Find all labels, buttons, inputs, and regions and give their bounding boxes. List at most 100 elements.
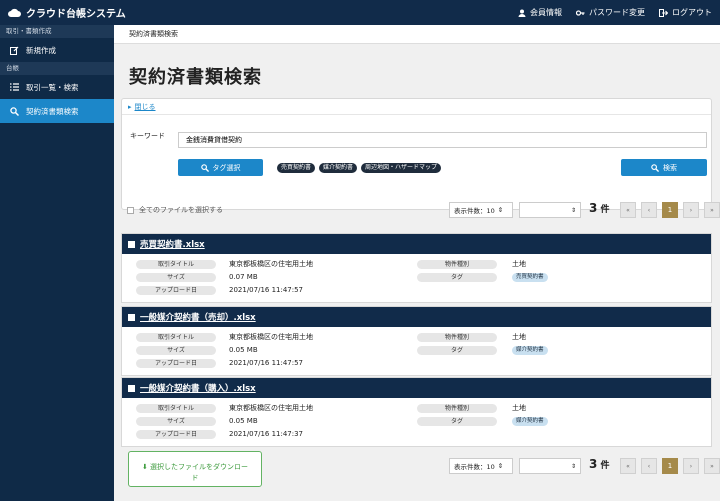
- upload-date-value: 2021/07/16 11:47:57: [229, 286, 304, 294]
- file-header: 売買契約書.xlsx: [122, 234, 711, 254]
- search-icon: [200, 163, 209, 172]
- file-name-link[interactable]: 一般媒介契約書（購入）.xlsx: [140, 382, 256, 394]
- tag-badge: 媒介契約書: [512, 417, 548, 426]
- upload-date-value: 2021/07/16 11:47:57: [229, 359, 304, 367]
- tag-select-button[interactable]: タグ選択: [178, 159, 263, 176]
- per-page-select[interactable]: 表示件数：10 ⇕: [449, 202, 513, 218]
- member-info-link[interactable]: 会員情報: [518, 7, 562, 18]
- label-tag: タグ: [417, 273, 497, 282]
- file-card: 一般媒介契約書（購入）.xlsx 取引タイトル 東京都板橋区の住宅用土地 物件種別 土…: [121, 377, 712, 447]
- cloud-icon: [8, 8, 21, 17]
- updown-icon: ⇕: [570, 206, 576, 214]
- search-icon: [10, 106, 19, 116]
- file-checkbox[interactable]: [128, 384, 135, 392]
- size-value: 0.05 MB: [229, 346, 258, 354]
- brand[interactable]: クラウド台帳システム: [0, 5, 200, 20]
- prev-page-button[interactable]: ‹: [641, 458, 657, 474]
- sidebar-item-label: 契約済書類検索: [26, 106, 79, 116]
- next-page-button[interactable]: ›: [683, 202, 699, 218]
- result-count: 3 件: [589, 201, 610, 215]
- select-all[interactable]: 全てのファイルを選択する: [127, 205, 223, 215]
- title-value: 東京都板橋区の住宅用土地: [229, 333, 313, 341]
- pager-top: 全てのファイルを選択する 表示件数：10 ⇕ ⇕ 3 件 « ‹ 1 › »: [121, 200, 720, 220]
- file-header: 一般媒介契約書（購入）.xlsx: [122, 378, 711, 398]
- label-size: サイズ: [136, 417, 216, 426]
- tag-chip[interactable]: 周辺地図・ハザードマップ: [361, 163, 442, 173]
- sidebar: 取引・書類作成 新規作成 台帳 取引一覧・検索 契約済書類検索: [0, 25, 114, 501]
- tag-chip[interactable]: 売買契約書: [277, 163, 316, 173]
- upload-date-value: 2021/07/16 11:47:37: [229, 430, 304, 438]
- app-title: クラウド台帳システム: [26, 9, 126, 20]
- password-change-link[interactable]: パスワード変更: [576, 7, 645, 18]
- file-name-link[interactable]: 売買契約書.xlsx: [140, 238, 205, 250]
- main-content: 契約済書類検索 契約済書類検索 ▸ 閉じる キーワード タグ選択 売買契約書 媒…: [114, 25, 720, 501]
- search-toggle[interactable]: ▸ 閉じる: [122, 99, 711, 115]
- tag-chip[interactable]: 媒介契約書: [319, 163, 358, 173]
- breadcrumb: 契約済書類検索: [114, 25, 720, 44]
- sort-select[interactable]: ⇕: [519, 202, 581, 218]
- logout-icon: [659, 8, 668, 17]
- label-kind: 物件種別: [417, 260, 497, 269]
- size-value: 0.05 MB: [229, 417, 258, 425]
- label-size: サイズ: [136, 273, 216, 282]
- file-checkbox[interactable]: [128, 240, 135, 248]
- kind-value: 土地: [512, 404, 526, 412]
- tag-badge: 媒介契約書: [512, 346, 548, 355]
- page-number-button[interactable]: 1: [662, 458, 678, 474]
- label-size: サイズ: [136, 346, 216, 355]
- first-page-button[interactable]: «: [620, 202, 636, 218]
- search-panel: ▸ 閉じる キーワード タグ選択 売買契約書 媒介契約書 周辺地図・ハザードマッ…: [121, 98, 712, 210]
- user-icon: [518, 9, 526, 17]
- sort-select[interactable]: ⇕: [519, 458, 581, 474]
- label-upload: アップロード日: [136, 430, 216, 439]
- last-page-button[interactable]: »: [704, 202, 720, 218]
- title-value: 東京都板橋区の住宅用土地: [229, 404, 313, 412]
- key-icon: [576, 9, 585, 16]
- tag-badge: 売買契約書: [512, 273, 548, 282]
- updown-icon: ⇕: [497, 462, 504, 470]
- per-page-value: 表示件数：10: [454, 207, 495, 215]
- file-checkbox[interactable]: [128, 313, 135, 321]
- updown-icon: ⇕: [570, 462, 576, 470]
- label-upload: アップロード日: [136, 286, 216, 295]
- sidebar-item-label: 取引一覧・検索: [26, 82, 79, 92]
- title-value: 東京都板橋区の住宅用土地: [229, 260, 313, 268]
- keyword-input[interactable]: [178, 132, 707, 148]
- kind-value: 土地: [512, 333, 526, 341]
- label-tag: タグ: [417, 346, 497, 355]
- kind-value: 土地: [512, 260, 526, 268]
- logout-link[interactable]: ログアウト: [659, 7, 712, 18]
- keyword-label: キーワード: [130, 132, 165, 140]
- pager-bottom: 表示件数：10 ⇕ ⇕ 3 件 « ‹ 1 › »: [121, 456, 720, 476]
- toggle-icon: ▸: [128, 102, 132, 111]
- search-icon: [651, 163, 659, 172]
- label-kind: 物件種別: [417, 333, 497, 342]
- label-title: 取引タイトル: [136, 260, 216, 269]
- edit-icon: [10, 46, 19, 55]
- file-header: 一般媒介契約書（売却）.xlsx: [122, 307, 711, 327]
- count-unit: 件: [600, 461, 610, 471]
- last-page-button[interactable]: »: [704, 458, 720, 474]
- sidebar-item-new[interactable]: 新規作成: [0, 38, 114, 62]
- per-page-select[interactable]: 表示件数：10 ⇕: [449, 458, 513, 474]
- sidebar-item-list[interactable]: 取引一覧・検索: [0, 75, 114, 99]
- select-all-checkbox[interactable]: [127, 206, 134, 214]
- file-name-link[interactable]: 一般媒介契約書（売却）.xlsx: [140, 311, 256, 323]
- label-title: 取引タイトル: [136, 333, 216, 342]
- next-page-button[interactable]: ›: [683, 458, 699, 474]
- label-tag: タグ: [417, 417, 497, 426]
- page-number-button[interactable]: 1: [662, 202, 678, 218]
- list-icon: [10, 83, 19, 91]
- first-page-button[interactable]: «: [620, 458, 636, 474]
- search-button[interactable]: 検索: [621, 159, 707, 176]
- label-upload: アップロード日: [136, 359, 216, 368]
- updown-icon: ⇕: [497, 206, 504, 214]
- select-all-label: 全てのファイルを選択する: [139, 206, 223, 214]
- per-page-value: 表示件数：10: [454, 463, 495, 471]
- sidebar-item-contract-search[interactable]: 契約済書類検索: [0, 99, 114, 123]
- password-change-label: パスワード変更: [589, 8, 645, 17]
- member-info-label: 会員情報: [530, 8, 562, 17]
- size-value: 0.07 MB: [229, 273, 258, 281]
- search-toggle-label: 閉じる: [134, 102, 156, 111]
- prev-page-button[interactable]: ‹: [641, 202, 657, 218]
